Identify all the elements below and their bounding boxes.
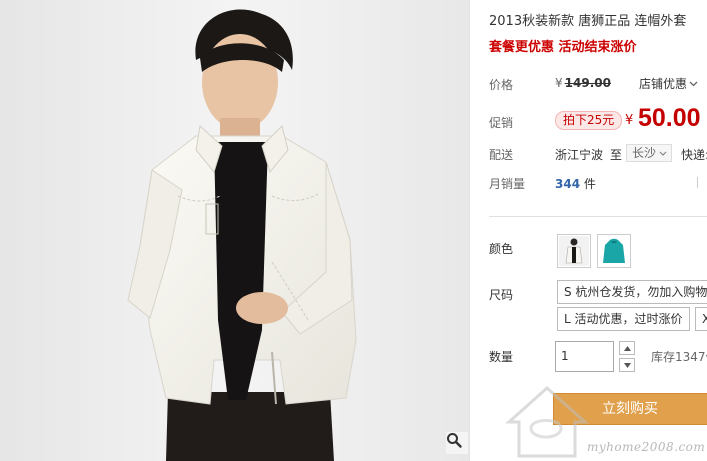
monthly-sales-label: 月销量 bbox=[489, 177, 526, 191]
triangle-down-icon bbox=[623, 362, 631, 368]
chevron-down-icon bbox=[689, 81, 698, 86]
ship-from-location: 浙江宁波 bbox=[555, 148, 604, 162]
quantity-increase-button[interactable] bbox=[619, 341, 635, 355]
store-discount-dropdown[interactable]: 店铺优惠 bbox=[639, 75, 698, 92]
shipping-label: 配送 bbox=[489, 148, 514, 162]
sales-unit: 件 bbox=[583, 177, 596, 191]
delivery-method: 快递: bbox=[681, 148, 707, 162]
promo-subtitle: 套餐更优惠 活动结束涨价 bbox=[489, 40, 637, 55]
size-option-l[interactable]: L 活动优惠，过时涨价 bbox=[557, 307, 690, 331]
color-label: 颜色 bbox=[489, 242, 514, 256]
watermark-url: myhome2008.com bbox=[587, 440, 706, 454]
triangle-up-icon bbox=[623, 345, 631, 351]
price-label: 价格 bbox=[489, 78, 514, 92]
destination-city-value: 长沙 bbox=[632, 146, 657, 160]
currency-symbol: ¥ bbox=[555, 76, 563, 90]
magnifier-icon bbox=[447, 433, 462, 448]
promotion-label: 促销 bbox=[489, 116, 514, 130]
original-price: ¥149.00 bbox=[555, 76, 611, 90]
quantity-input[interactable]: 1 bbox=[555, 341, 614, 372]
zoom-button[interactable] bbox=[446, 432, 468, 454]
discount-badge: 拍下25元 bbox=[555, 111, 623, 130]
teal-hoodie-thumbnail bbox=[599, 236, 629, 266]
size-label: 尺码 bbox=[489, 288, 514, 302]
sale-currency-symbol: ¥ bbox=[625, 113, 634, 128]
size-option-x[interactable]: X bbox=[695, 307, 707, 331]
buy-now-label: 立刻购买 bbox=[602, 401, 658, 417]
size-option-s[interactable]: S 杭州仓发货，勿加入购物 bbox=[557, 280, 707, 304]
sale-price: 50.00 bbox=[638, 104, 701, 132]
product-image-gallery bbox=[0, 0, 470, 461]
ship-to-word: 至 bbox=[610, 148, 623, 162]
color-swatch-white[interactable] bbox=[557, 234, 591, 268]
quantity-label: 数量 bbox=[489, 350, 514, 364]
divider bbox=[697, 177, 698, 188]
sales-number: 344 bbox=[555, 177, 581, 191]
product-photo bbox=[0, 0, 469, 461]
quantity-decrease-button[interactable] bbox=[619, 358, 635, 372]
white-jacket-thumbnail bbox=[559, 236, 589, 266]
color-swatch-teal[interactable] bbox=[597, 234, 631, 268]
buy-now-button[interactable]: 立刻购买 bbox=[553, 393, 707, 425]
product-title: 2013秋装新款 唐狮正品 连帽外套 bbox=[489, 14, 687, 29]
destination-city-select[interactable]: 长沙 bbox=[626, 144, 672, 162]
section-divider bbox=[489, 216, 707, 217]
monthly-sales-count: 344 件 bbox=[555, 175, 596, 192]
original-price-value: 149.00 bbox=[564, 76, 611, 90]
product-info-panel: 2013秋装新款 唐狮正品 连帽外套 套餐更优惠 活动结束涨价 价格 ¥149.… bbox=[489, 0, 707, 461]
stock-count: 库存1347件 bbox=[651, 350, 707, 364]
chevron-down-icon bbox=[659, 151, 667, 156]
store-discount-label: 店铺优惠 bbox=[639, 77, 688, 91]
